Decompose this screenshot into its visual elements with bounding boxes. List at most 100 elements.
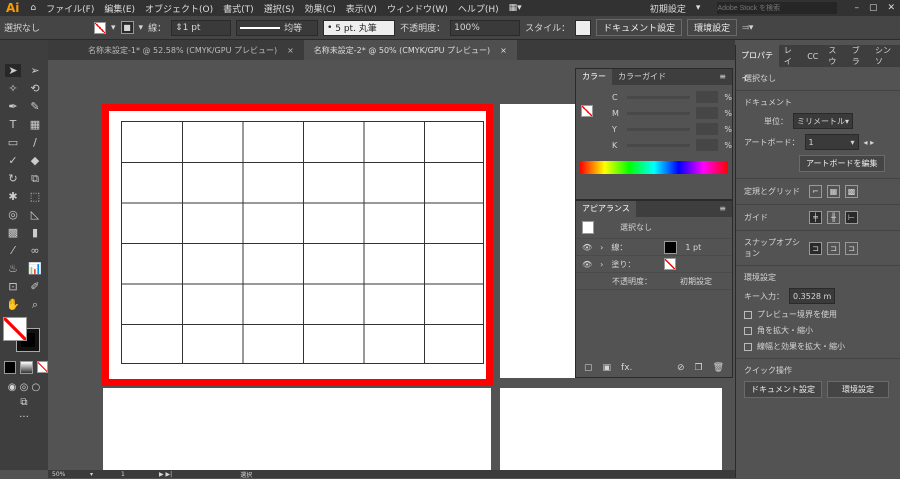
menu-view[interactable]: 表示(V) bbox=[341, 2, 382, 15]
artboard-tool-icon[interactable]: ⊡ bbox=[5, 280, 21, 293]
hand-tool-icon[interactable]: ✋ bbox=[5, 298, 21, 311]
stroke-value[interactable]: 1 pt bbox=[685, 243, 701, 252]
free-transform-icon[interactable]: ⬚ bbox=[27, 190, 43, 203]
zoom-tool-icon[interactable]: ⌕ bbox=[27, 298, 43, 311]
close-button[interactable]: ✕ bbox=[882, 3, 900, 13]
chevron-down-icon[interactable]: ▾ bbox=[139, 23, 144, 33]
close-icon[interactable]: × bbox=[500, 46, 507, 55]
smart-guides-icon[interactable]: ⊢ bbox=[845, 211, 858, 224]
menu-help[interactable]: ヘルプ(H) bbox=[453, 2, 504, 15]
menu-select[interactable]: 選択(S) bbox=[259, 2, 300, 15]
direct-selection-tool-icon[interactable]: ➢ bbox=[27, 64, 43, 77]
rectangle-tool-icon[interactable]: ▭ bbox=[5, 136, 21, 149]
tab-document-2[interactable]: 名称未設定-2* @ 50% (CMYK/GPU プレビュー) × bbox=[303, 40, 517, 60]
snap-to-pixel-icon[interactable]: ⊐ bbox=[845, 241, 858, 255]
add-fill-icon[interactable]: ▣ bbox=[603, 363, 612, 373]
draw-mode-icon[interactable]: ◉ ◎ ○ bbox=[0, 382, 48, 393]
next-artboard-icon[interactable]: ▶ ▶| bbox=[159, 471, 172, 478]
add-stroke-icon[interactable]: ▢ bbox=[584, 363, 593, 373]
scale-tool-icon[interactable]: ⧉ bbox=[27, 172, 43, 185]
none-mode-icon[interactable] bbox=[36, 361, 48, 373]
chevron-down-icon[interactable]: ▾ bbox=[691, 3, 706, 13]
key-input-field[interactable]: 0.3528 m bbox=[789, 288, 836, 304]
color-mode-icon[interactable] bbox=[4, 361, 17, 374]
stroke-profile-select[interactable]: 均等 bbox=[236, 19, 319, 36]
zoom-level[interactable]: 50% bbox=[52, 471, 82, 478]
unit-select[interactable]: ミリメートル ▾ bbox=[793, 113, 854, 129]
stroke-swatch[interactable]: ■ bbox=[120, 21, 134, 34]
mesh-tool-icon[interactable]: ▩ bbox=[5, 226, 21, 239]
lock-guides-icon[interactable]: ╫ bbox=[827, 211, 840, 224]
opacity-row[interactable]: 不透明度： 初期設定 bbox=[576, 273, 732, 290]
home-icon[interactable]: ⌂ bbox=[25, 3, 41, 13]
tab-document-1[interactable]: 名称未設定-1* @ 52.58% (CMYK/GPU プレビュー) × bbox=[48, 40, 304, 60]
style-swatch[interactable] bbox=[575, 19, 592, 36]
status-mode[interactable]: 選択 bbox=[240, 470, 252, 479]
artboard-3[interactable] bbox=[103, 388, 491, 470]
eye-icon[interactable]: 👁 bbox=[582, 260, 592, 269]
tab-properties[interactable]: プロパティ bbox=[736, 45, 779, 82]
transparency-grid-icon[interactable]: ▩ bbox=[845, 185, 858, 198]
graph-tool-icon[interactable]: 📊 bbox=[27, 262, 43, 275]
snap-to-grid-icon[interactable]: ⊐ bbox=[827, 241, 840, 255]
magic-wand-icon[interactable]: ✧ bbox=[5, 82, 21, 95]
eraser-icon[interactable]: ◆ bbox=[27, 154, 43, 167]
align-icon[interactable]: ⫤▾ bbox=[742, 23, 753, 33]
snap-to-point-icon[interactable]: ⊐ bbox=[809, 241, 822, 255]
tab-swatches[interactable]: スウ bbox=[823, 45, 846, 67]
eye-icon[interactable]: 👁 bbox=[582, 243, 592, 252]
grid-icon[interactable]: ▦ bbox=[827, 185, 840, 198]
eyedropper-icon[interactable]: ⁄ bbox=[5, 244, 21, 257]
fill-color-icon[interactable] bbox=[3, 317, 27, 341]
arrange-documents-icon[interactable]: ▦▾ bbox=[504, 3, 527, 13]
clear-appearance-icon[interactable]: ⊘ bbox=[677, 363, 685, 373]
expand-icon[interactable]: › bbox=[600, 243, 603, 252]
puppet-warp-icon[interactable]: ✱ bbox=[5, 190, 21, 203]
checkbox[interactable] bbox=[744, 310, 752, 319]
menu-edit[interactable]: 編集(E) bbox=[99, 2, 140, 15]
curvature-tool-icon[interactable]: ✎ bbox=[27, 100, 43, 113]
more-tools-icon[interactable]: ··· bbox=[0, 412, 48, 423]
workspace-switcher[interactable]: 初期設定 bbox=[645, 2, 691, 15]
fill-color-icon[interactable] bbox=[581, 105, 593, 117]
checkbox-label[interactable]: 線幅と効果を拡大・縮小 bbox=[757, 341, 845, 352]
checkbox[interactable] bbox=[744, 342, 752, 351]
grid-tool-icon[interactable]: ▦ bbox=[27, 118, 43, 131]
pen-tool-icon[interactable]: ✒ bbox=[5, 100, 21, 113]
shape-builder-icon[interactable]: ◎ bbox=[5, 208, 21, 221]
screen-mode-icon[interactable]: ⧉ bbox=[0, 397, 48, 408]
opacity-input[interactable]: 100% bbox=[450, 19, 521, 36]
blend-tool-icon[interactable]: ∞ bbox=[27, 244, 43, 257]
artboard-nav[interactable]: 1 bbox=[121, 471, 151, 478]
black-slider[interactable]: K% bbox=[612, 139, 732, 151]
artboard-4[interactable] bbox=[500, 388, 722, 470]
preferences-button[interactable]: 環境設定 bbox=[827, 381, 889, 398]
brush-select[interactable]: • 5 pt. 丸筆 bbox=[323, 19, 396, 36]
yellow-slider[interactable]: Y% bbox=[612, 123, 732, 135]
cyan-slider[interactable]: C% bbox=[612, 91, 732, 103]
delete-icon[interactable]: 🗑 bbox=[713, 363, 724, 373]
chevron-down-icon[interactable]: ▾ bbox=[90, 471, 93, 478]
expand-icon[interactable]: › bbox=[600, 260, 603, 269]
checkbox[interactable] bbox=[744, 326, 752, 335]
slice-tool-icon[interactable]: ✐ bbox=[27, 280, 43, 293]
tab-symbols[interactable]: シンソ bbox=[870, 45, 900, 67]
paintbrush-icon[interactable]: / bbox=[27, 136, 43, 149]
color-spectrum[interactable] bbox=[580, 161, 728, 174]
type-tool-icon[interactable]: T bbox=[5, 118, 21, 131]
perspective-grid-icon[interactable]: ◺ bbox=[27, 208, 43, 221]
opacity-label[interactable]: 不透明度： bbox=[400, 21, 445, 34]
checkbox-label[interactable]: プレビュー境界を使用 bbox=[757, 309, 837, 320]
fx-button[interactable]: fx. bbox=[621, 363, 632, 373]
chevron-down-icon[interactable]: ▾ bbox=[111, 23, 116, 33]
artboard-select[interactable]: 1 ▾ bbox=[804, 134, 859, 150]
close-icon[interactable]: × bbox=[287, 46, 294, 55]
preferences-button[interactable]: 環境設定 bbox=[687, 19, 738, 36]
rotate-tool-icon[interactable]: ↻ bbox=[5, 172, 21, 185]
menu-window[interactable]: ウィンドウ(W) bbox=[382, 2, 453, 15]
shaper-tool-icon[interactable]: ✓ bbox=[5, 154, 21, 167]
fill-stroke-widget[interactable] bbox=[3, 317, 48, 357]
stroke-row[interactable]: 👁 › 線： 1 pt bbox=[576, 239, 732, 256]
selection-tool-icon[interactable]: ➤ bbox=[5, 64, 21, 77]
fill-swatch[interactable] bbox=[664, 258, 677, 270]
